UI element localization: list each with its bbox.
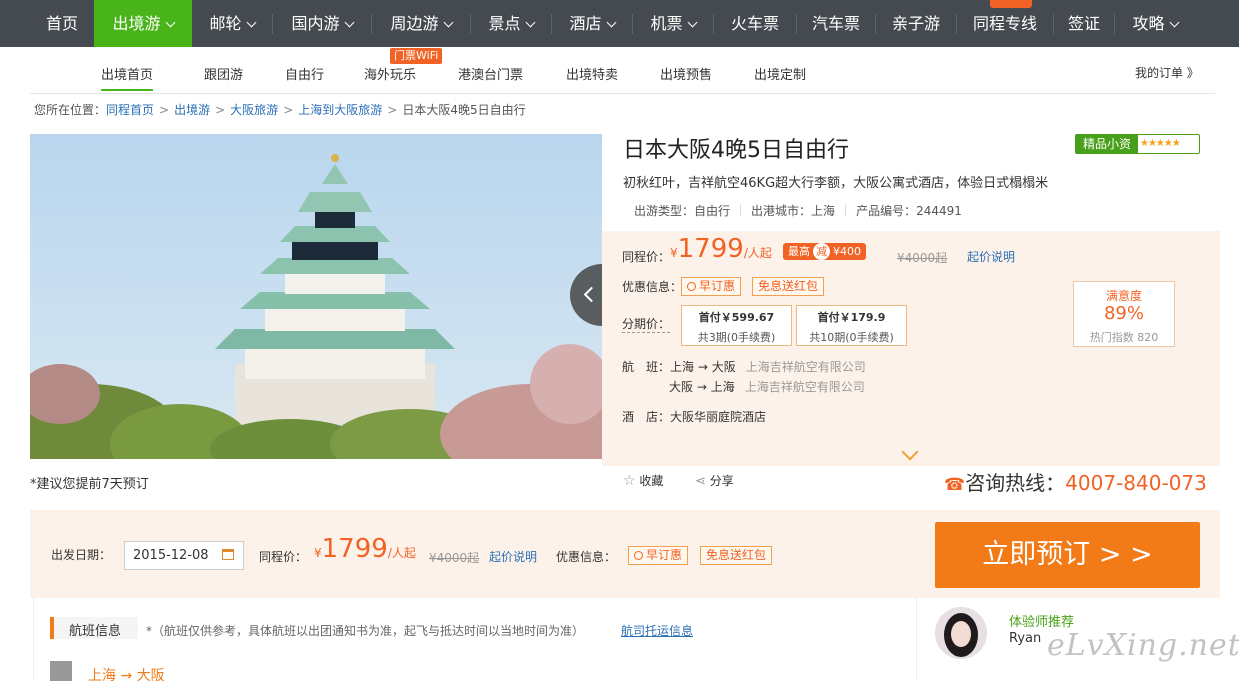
nav-item-nearby[interactable]: 周边游 [372, 0, 470, 47]
subnav-item-group-tour[interactable]: 跟团游 [204, 64, 243, 83]
product-code: 244491 [916, 204, 962, 218]
chevron-down-icon [687, 17, 697, 28]
booking-advice: *建议您提前7天预订 [30, 477, 149, 492]
share-button[interactable]: ⋖ 分享 [695, 472, 734, 489]
product-meta: 出游类型：自由行 出港城市：上海 产品编号：244491 [634, 204, 962, 218]
book-now-button[interactable]: 立即预订 > > [935, 522, 1200, 588]
product-title: 日本大阪4晚5日自由行 [623, 138, 849, 163]
flight-row-return: 大阪 → 上海 上海吉祥航空有限公司 [669, 380, 865, 394]
favorite-button[interactable]: ☆ 收藏 [623, 472, 663, 489]
booking-interest-free-tag[interactable]: 免息送红包 [700, 546, 773, 565]
interest-free-tag[interactable]: 免息送红包 [752, 277, 825, 296]
subnav-item-free-travel[interactable]: 自由行 [285, 64, 324, 83]
price-value: ¥1799/人起 [670, 234, 772, 264]
nav-item-visa[interactable]: 签证 [1054, 0, 1114, 47]
phone-icon: ☎ [944, 475, 966, 495]
breadcrumb-link-osaka[interactable]: 大阪旅游 [230, 103, 278, 117]
early-bird-tag[interactable]: 早订惠 [681, 277, 742, 296]
chevron-down-icon [443, 17, 453, 28]
price-panel [602, 231, 1220, 466]
chevron-down-icon [246, 17, 256, 28]
quality-badge: 精品小资 ★★★★★ [1075, 134, 1200, 154]
chevron-down-icon [165, 17, 175, 28]
breadcrumb-current: 日本大阪4晚5日自由行 [402, 103, 526, 117]
nav-item-flight[interactable]: 机票 [633, 0, 713, 47]
flight-info-note: *（航班仅供参考，具体航班以出团通知书为准，起飞与抵达时间以当地时间为准） [146, 624, 585, 638]
original-price: ¥4000起 [897, 251, 948, 265]
wifi-badge: 门票WiFi [390, 48, 443, 64]
price-label: 同程价： [622, 250, 671, 264]
subnav-item-overseas-fun[interactable]: 海外玩乐 [364, 64, 416, 83]
recommend-name[interactable]: Ryan [1009, 631, 1041, 646]
clock-icon [687, 282, 696, 291]
quality-badge-label: 精品小资 [1076, 135, 1138, 153]
booking-price-label: 同程价： [259, 550, 308, 564]
share-icon: ⋖ [695, 474, 706, 489]
installment-label: 分期价： [622, 317, 671, 333]
date-label: 出发日期： [51, 548, 112, 562]
chevron-down-icon [606, 17, 616, 28]
flight-info-section [33, 598, 917, 681]
departure-city: 上海 [811, 204, 836, 218]
product-photo[interactable] [30, 134, 602, 459]
subnav-item-sale[interactable]: 出境特卖 [566, 64, 618, 83]
booking-original-price: ¥4000起 [429, 551, 480, 565]
star-icon: ☆ [623, 473, 636, 489]
breadcrumb-prefix: 您所在位置： [34, 103, 107, 117]
nav-item-domestic[interactable]: 国内游 [273, 0, 371, 47]
installment-option-3[interactable]: 首付￥599.67 共3期(0手续费) [681, 305, 792, 346]
route-tab[interactable]: 上海 → 大阪 [88, 665, 165, 681]
hotel-row: 酒 店：大阪华丽庭院酒店 [622, 410, 767, 424]
booking-promo-label: 优惠信息： [556, 550, 617, 564]
chevron-down-icon [344, 17, 354, 28]
flight-info-heading: 航班信息 [50, 617, 138, 639]
nav-item-family[interactable]: 亲子游 [876, 0, 956, 47]
nav-item-hotel[interactable]: 酒店 [552, 0, 632, 47]
sub-nav: 出境首页 跟团游 自由行 门票WiFi 海外玩乐 港澳台门票 出境特卖 出境预售… [0, 47, 1239, 95]
nav-item-home[interactable]: 首页 [30, 0, 94, 47]
top-nav: 首页 出境游 邮轮 国内游 周边游 景点 酒店 机票 火车票 汽车票 亲子游 同… [0, 0, 1239, 47]
nav-item-bus[interactable]: 汽车票 [797, 0, 875, 47]
satisfaction-box: 满意度 89% 热门指数 820 [1073, 281, 1175, 347]
subnav-item-hk-macau-tickets[interactable]: 港澳台门票 [458, 64, 523, 83]
nav-item-outbound[interactable]: 出境游 [94, 0, 192, 47]
nav-item-special-line[interactable]: 同程专线 [957, 0, 1053, 47]
booking-explain-link[interactable]: 起价说明 [489, 548, 537, 565]
airline-baggage-link[interactable]: 航司托运信息 [621, 622, 693, 639]
subnav-item-custom[interactable]: 出境定制 [754, 64, 806, 83]
booking-price-value: ¥1799/人起 [314, 534, 416, 564]
breadcrumb-link-home[interactable]: 同程首页 [106, 103, 154, 117]
chevron-down-icon [525, 17, 535, 28]
my-order-link[interactable]: 我的订单 》 [1135, 64, 1199, 81]
chevron-down-icon [1169, 17, 1179, 28]
nav-item-sights[interactable]: 景点 [471, 0, 551, 47]
nav-item-cruise[interactable]: 邮轮 [192, 0, 272, 47]
max-discount-badge: 最高减 ¥400 [783, 243, 866, 260]
nav-item-train[interactable]: 火车票 [714, 0, 796, 47]
subnav-item-presale[interactable]: 出境预售 [660, 64, 712, 83]
breadcrumb-link-outbound[interactable]: 出境游 [174, 103, 210, 117]
hotline: ☎咨询热线：4007-840-073 [944, 471, 1207, 495]
breadcrumb: 您所在位置：同程首页 > 出境游 > 大阪旅游 > 上海到大阪旅游 > 日本大阪4晚5日自由行 [34, 103, 526, 117]
clock-icon [634, 551, 643, 560]
subnav-item-outbound-home[interactable]: 出境首页 [101, 64, 154, 91]
watermark: eLvXing.net [1047, 628, 1239, 663]
star-rating-icon: ★★★★★ [1140, 138, 1181, 149]
booking-early-bird-tag[interactable]: 早订惠 [628, 546, 689, 565]
product-subtitle: 初秋红叶，吉祥航空46KG超大行李额，大阪公寓式酒店，体验日式榻榻米 [623, 176, 1049, 191]
price-explain-link[interactable]: 起价说明 [967, 248, 1015, 265]
promo-label: 优惠信息： [622, 280, 683, 294]
travel-type: 自由行 [694, 204, 731, 218]
route-marker [50, 661, 72, 681]
avatar[interactable] [935, 607, 987, 659]
nav-item-guide[interactable]: 攻略 [1115, 0, 1195, 47]
chevron-left-icon [583, 286, 600, 303]
calendar-icon[interactable] [222, 549, 234, 560]
flight-row-outbound: 航 班：上海 → 大阪 上海吉祥航空有限公司 [622, 360, 866, 374]
installment-option-10[interactable]: 首付￥179.9 共10期(0手续费) [796, 305, 907, 346]
breadcrumb-link-shanghai-osaka[interactable]: 上海到大阪旅游 [298, 103, 382, 117]
